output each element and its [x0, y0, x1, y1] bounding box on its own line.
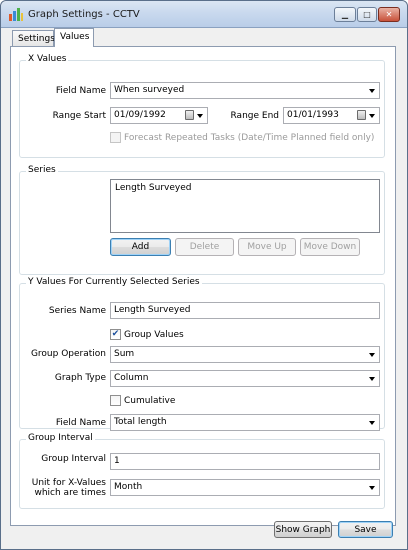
- range-end-value: 01/01/1993: [287, 110, 339, 120]
- list-item[interactable]: Length Surveyed: [115, 183, 375, 193]
- x-field-name-select[interactable]: When surveyed: [110, 82, 380, 99]
- range-start-date-picker[interactable]: 01/09/1992: [110, 107, 208, 124]
- close-button[interactable]: ✕: [378, 7, 400, 22]
- group-interval-title: Group Interval: [26, 433, 95, 443]
- group-interval-input[interactable]: 1: [110, 453, 380, 470]
- group-operation-select[interactable]: Sum: [110, 346, 380, 363]
- chevron-down-icon: [369, 486, 375, 490]
- maximize-button[interactable]: □: [357, 7, 377, 22]
- graph-type-select[interactable]: Column: [110, 370, 380, 387]
- minimize-button[interactable]: ▁: [334, 7, 356, 22]
- chevron-down-icon: [369, 89, 375, 93]
- chevron-down-icon: [369, 377, 375, 381]
- y-field-name-value: Total length: [114, 417, 167, 427]
- tab-settings[interactable]: Settings: [12, 30, 55, 47]
- y-field-name-label: Field Name: [55, 418, 106, 428]
- chevron-down-icon: [369, 114, 375, 118]
- graph-settings-window: Graph Settings - CCTV ▁ □ ✕ Settings Val…: [0, 0, 408, 550]
- range-end-label: Range End: [230, 111, 280, 121]
- series-title: Series: [26, 165, 58, 175]
- graph-type-label: Graph Type: [54, 373, 106, 383]
- move-up-button[interactable]: Move Up: [238, 238, 296, 256]
- minimize-icon: ▁: [341, 10, 349, 19]
- series-listbox[interactable]: Length Surveyed: [110, 179, 380, 233]
- unit-select[interactable]: Month: [110, 479, 380, 496]
- group-values-label: Group Values: [124, 330, 184, 340]
- x-values-group: X Values Field Name When surveyed Range …: [19, 54, 385, 158]
- show-graph-button[interactable]: Show Graph: [274, 521, 332, 538]
- values-tab-panel: X Values Field Name When surveyed Range …: [10, 46, 396, 526]
- close-icon: ✕: [385, 10, 393, 19]
- move-down-button[interactable]: Move Down: [300, 238, 360, 256]
- group-interval-value: 1: [114, 456, 120, 466]
- series-name-label: Series Name: [48, 306, 106, 316]
- chevron-down-icon: [197, 114, 203, 118]
- series-name-input[interactable]: Length Surveyed: [110, 302, 380, 319]
- tab-values[interactable]: Values: [54, 28, 94, 47]
- group-interval-group: Group Interval Group Interval 1 Unit for…: [19, 433, 385, 509]
- y-values-group: Y Values For Currently Selected Series S…: [19, 277, 385, 431]
- group-operation-value: Sum: [114, 349, 135, 359]
- calendar-dropdown-button[interactable]: [357, 110, 377, 121]
- calendar-icon: [357, 110, 366, 120]
- title-bar[interactable]: Graph Settings - CCTV ▁ □ ✕: [1, 1, 407, 28]
- add-series-button[interactable]: Add: [110, 238, 171, 256]
- unit-label-line1: Unit for X-Values: [31, 478, 106, 488]
- series-group: Series Length Surveyed Add Delete Move U…: [19, 165, 385, 275]
- y-field-name-select[interactable]: Total length: [110, 414, 380, 431]
- save-button[interactable]: Save: [338, 521, 393, 538]
- forecast-label: Forecast Repeated Tasks (Date/Time Plann…: [124, 133, 375, 143]
- chevron-down-icon: [369, 353, 375, 357]
- cumulative-checkbox[interactable]: [110, 395, 121, 406]
- forecast-checkbox[interactable]: [110, 132, 121, 143]
- range-end-date-picker[interactable]: 01/01/1993: [283, 107, 380, 124]
- range-start-value: 01/09/1992: [114, 110, 166, 120]
- delete-series-button[interactable]: Delete: [175, 238, 234, 256]
- unit-label-line2: which are times: [34, 488, 106, 498]
- calendar-dropdown-button[interactable]: [185, 110, 205, 121]
- graph-type-value: Column: [114, 373, 149, 383]
- x-field-name-label: Field Name: [55, 86, 106, 96]
- calendar-icon: [185, 110, 194, 120]
- x-field-name-value: When surveyed: [114, 85, 185, 95]
- bar-chart-icon: [9, 8, 23, 21]
- range-start-label: Range Start: [52, 111, 106, 121]
- group-interval-label: Group Interval: [41, 454, 106, 464]
- y-values-title: Y Values For Currently Selected Series: [26, 277, 202, 287]
- group-operation-label: Group Operation: [30, 349, 106, 359]
- x-values-title: X Values: [26, 54, 69, 64]
- unit-value: Month: [114, 482, 143, 492]
- cumulative-label: Cumulative: [124, 396, 176, 406]
- window-title: Graph Settings - CCTV: [28, 9, 140, 20]
- series-name-value: Length Surveyed: [114, 305, 191, 315]
- dialog-client-area: Settings Values X Values Field Name When…: [6, 28, 402, 545]
- group-values-checkbox[interactable]: ✔: [110, 329, 121, 340]
- maximize-icon: □: [363, 10, 371, 19]
- chevron-down-icon: [369, 421, 375, 425]
